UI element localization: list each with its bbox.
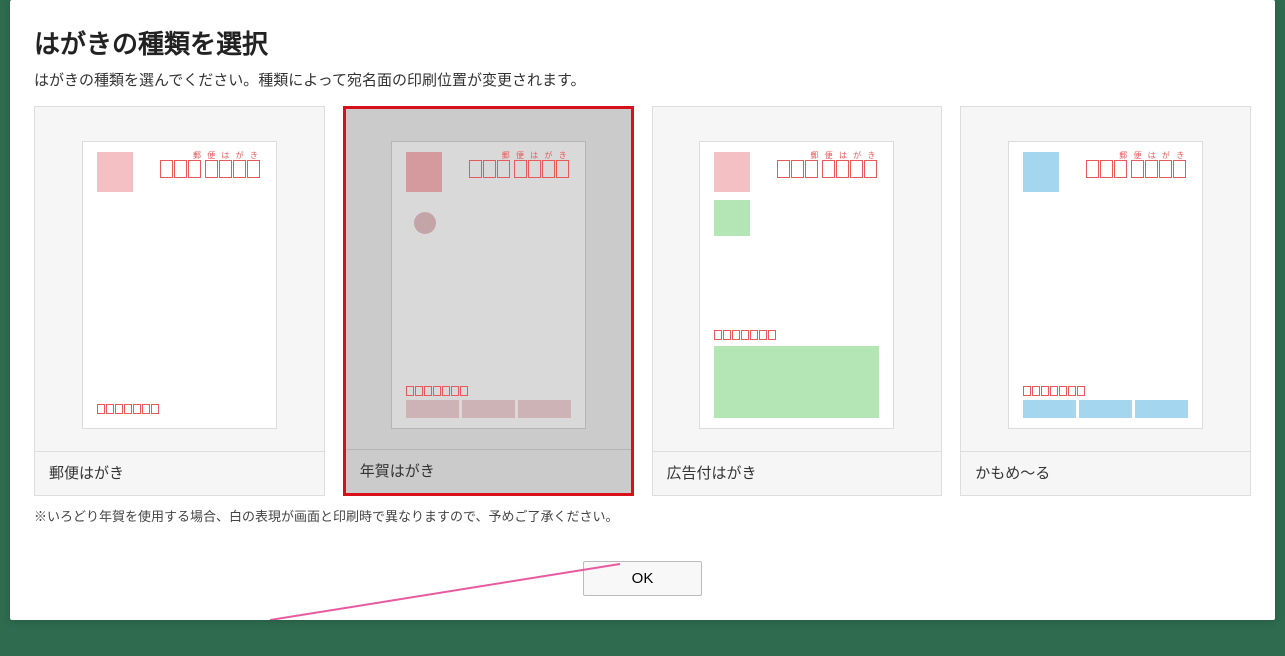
option-label: 広告付はがき — [653, 451, 942, 495]
preview-area: 郵 便 は が き — [653, 107, 942, 451]
stamp-icon — [1023, 152, 1059, 192]
option-koukoku-hagaki[interactable]: 郵 便 は が き 広告付はがき — [652, 106, 943, 496]
option-yubin-hagaki[interactable]: 郵 便 は が き 郵便はがき — [34, 106, 325, 496]
ad-area-large-icon — [714, 346, 879, 418]
option-label: かもめ〜る — [961, 451, 1250, 495]
sender-postal-code-icon — [97, 404, 159, 414]
stamp-icon — [714, 152, 750, 192]
kamome-lottery-area-icon — [1023, 400, 1188, 418]
sender-postal-code-icon — [1023, 386, 1085, 396]
button-row: OK — [34, 561, 1251, 596]
dialog-subtitle: はがきの種類を選んでください。種類によって宛名面の印刷位置が変更されます。 — [34, 69, 1251, 90]
postal-code-boxes-icon — [777, 160, 877, 178]
stamp-icon — [97, 152, 133, 192]
postcard-preview-icon: 郵 便 は が き — [699, 141, 894, 429]
card-options-row: 郵 便 は が き 郵便はがき 郵 便 は が き — [34, 106, 1251, 496]
option-label: 年賀はがき — [346, 449, 631, 493]
dialog-title: はがきの種類を選択 — [34, 24, 1251, 61]
stamp-icon — [406, 152, 442, 192]
preview-area: 郵 便 は が き — [35, 107, 324, 451]
notice-text: ※いろどり年賀を使用する場合、白の表現が画面と印刷時で異なりますので、予めご了承… — [34, 506, 1251, 525]
postal-code-boxes-icon — [1086, 160, 1186, 178]
nengajo-mark-icon — [414, 212, 436, 234]
postcard-preview-icon: 郵 便 は が き — [82, 141, 277, 429]
preview-area: 郵 便 は が き — [961, 107, 1250, 451]
option-kamomeru[interactable]: 郵 便 は が き かもめ〜る — [960, 106, 1251, 496]
postal-code-boxes-icon — [160, 160, 260, 178]
sender-postal-code-icon — [406, 386, 468, 396]
nengajo-lottery-area-icon — [406, 400, 571, 418]
sender-postal-code-icon — [714, 330, 776, 340]
preview-area: 郵 便 は が き — [346, 109, 631, 449]
postcard-preview-icon: 郵 便 は が き — [1008, 141, 1203, 429]
option-label: 郵便はがき — [35, 451, 324, 495]
ad-area-small-icon — [714, 200, 750, 236]
postal-code-boxes-icon — [469, 160, 569, 178]
postcard-type-dialog: はがきの種類を選択 はがきの種類を選んでください。種類によって宛名面の印刷位置が… — [10, 0, 1275, 620]
ok-button[interactable]: OK — [583, 561, 703, 596]
option-nenga-hagaki[interactable]: 郵 便 は が き 年賀はがき — [343, 106, 634, 496]
postcard-preview-icon: 郵 便 は が き — [391, 141, 586, 429]
